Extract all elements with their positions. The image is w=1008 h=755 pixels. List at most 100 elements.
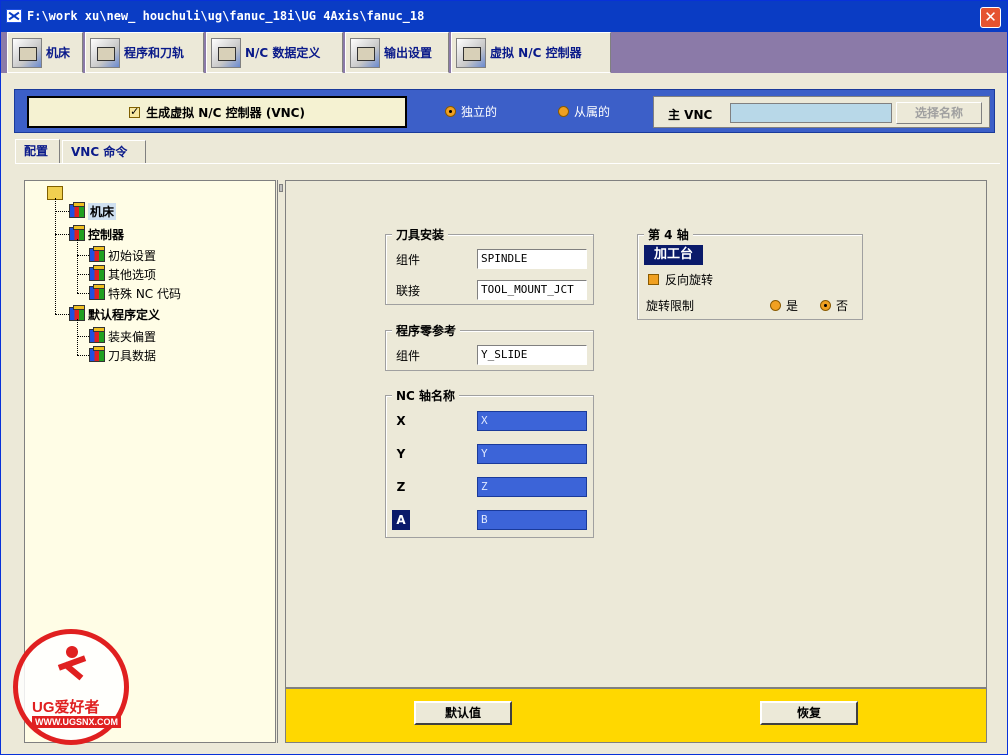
subordinate-option[interactable]: 从属的 <box>558 103 610 120</box>
tab-label: 机床 <box>46 46 71 60</box>
tree-line <box>77 255 89 256</box>
generate-vnc-label: 生成虚拟 N/C 控制器 (VNC) <box>146 105 305 120</box>
axis-z-label: Z <box>396 480 406 494</box>
codes-cube-icon <box>89 284 105 300</box>
tree-line <box>77 239 78 293</box>
tab-label: 虚拟 N/C 控制器 <box>490 46 582 60</box>
tree-line <box>55 211 69 212</box>
tab-label: N/C 数据定义 <box>245 46 321 60</box>
program-zero-component-input[interactable]: Y_SLIDE <box>477 345 587 365</box>
limit-yes-radio[interactable] <box>770 300 781 311</box>
nc-axis-title: NC 轴名称 <box>392 387 460 404</box>
tab-nc-data[interactable]: N/C 数据定义 <box>206 32 343 73</box>
program-zero-component-label: 组件 <box>396 349 421 363</box>
axis-y-input[interactable]: Y <box>477 444 587 464</box>
standalone-option[interactable]: 独立的 <box>445 103 497 120</box>
tree-item-initial-settings[interactable]: 初始设置 <box>89 246 156 264</box>
tree-line <box>55 314 69 315</box>
machine-icon <box>12 37 42 68</box>
tool-mount-title: 刀具安装 <box>392 226 449 243</box>
options-cube-icon <box>89 265 105 281</box>
nc-data-icon <box>211 37 241 68</box>
tree-item-label: 控制器 <box>88 227 125 242</box>
generate-vnc-toggle[interactable]: 生成虚拟 N/C 控制器 (VNC) <box>27 96 407 128</box>
tree-item-label: 默认程序定义 <box>88 307 161 322</box>
application-window: F:\work xu\new_ houchuli\ug\fanuc_18i\UG… <box>0 0 1008 755</box>
fixture-cube-icon <box>89 327 105 343</box>
tool-mount-group: 刀具安装 组件 SPINDLE 联接 TOOL_MOUNT_JCT <box>385 226 594 305</box>
limit-yes-option[interactable]: 是 <box>770 297 798 314</box>
splitter-grip[interactable] <box>279 184 283 192</box>
limit-no-radio[interactable] <box>820 300 831 311</box>
axis-y-label: Y <box>396 447 406 461</box>
subtab-divider <box>15 163 1000 164</box>
printer-icon <box>350 37 380 68</box>
axis-z-input[interactable]: Z <box>477 477 587 497</box>
limit-yes-label: 是 <box>786 299 799 313</box>
tree-item-label: 装夹偏置 <box>108 329 157 344</box>
subtab-vnc-commands[interactable]: VNC 命令 <box>62 140 146 164</box>
tree-item-label: 其他选项 <box>108 267 157 282</box>
tree-line <box>77 355 89 356</box>
tool-mount-junction-input[interactable]: TOOL_MOUNT_JCT <box>477 280 587 300</box>
restore-button[interactable]: 恢复 <box>760 701 858 725</box>
tree-line <box>77 336 89 337</box>
tree-line <box>77 293 89 294</box>
standalone-label: 独立的 <box>461 105 498 119</box>
tool-mount-component-label: 组件 <box>396 253 421 267</box>
axis-x-input[interactable]: X <box>477 411 587 431</box>
master-vnc-field[interactable] <box>730 103 892 123</box>
tool-cube-icon <box>89 346 105 362</box>
tree-item-default-program[interactable]: 默认程序定义 <box>69 305 160 323</box>
subordinate-label: 从属的 <box>574 105 611 119</box>
tree-line <box>77 274 89 275</box>
tree-item-tool-data[interactable]: 刀具数据 <box>89 346 156 364</box>
fourth-axis-type-label: 加工台 <box>644 245 704 265</box>
program-zero-group: 程序零参考 组件 Y_SLIDE <box>385 322 594 371</box>
default-button[interactable]: 默认值 <box>414 701 512 725</box>
settings-cube-icon <box>89 246 105 262</box>
tree-line <box>55 234 69 235</box>
reverse-rotation-label: 反向旋转 <box>665 273 714 287</box>
vnc-icon <box>456 37 486 68</box>
vnc-options-band: 生成虚拟 N/C 控制器 (VNC) 独立的 从属的 主 VNC 选择名称 <box>14 89 995 133</box>
fourth-axis-group: 第 4 轴 加工台 反向旋转 旋转限制 是 否 <box>637 226 863 320</box>
tree-item-other-options[interactable]: 其他选项 <box>89 265 156 283</box>
tree-item-special-nc-codes[interactable]: 特殊 NC 代码 <box>89 284 181 302</box>
subtab-config[interactable]: 配置 <box>15 139 60 164</box>
watermark-brand: UG爱好者 <box>32 699 100 716</box>
title-bar[interactable]: F:\work xu\new_ houchuli\ug\fanuc_18i\UG… <box>1 1 1007 32</box>
machine-cube-icon <box>69 202 85 218</box>
master-vnc-label: 主 VNC <box>668 108 713 122</box>
program-path-icon <box>90 37 120 68</box>
tool-mount-component-input[interactable]: SPINDLE <box>477 249 587 269</box>
ugsnx-watermark-logo: UG爱好者 WWW.UGSNX.COM <box>13 629 129 745</box>
close-button[interactable]: ✕ <box>980 7 1001 28</box>
program-zero-title: 程序零参考 <box>392 322 461 339</box>
tab-machine[interactable]: 机床 <box>7 32 83 73</box>
reverse-rotation-option[interactable]: 反向旋转 <box>648 271 713 288</box>
tree-item-machine[interactable]: 机床 <box>69 202 117 220</box>
limit-no-option[interactable]: 否 <box>820 297 848 314</box>
generate-vnc-checkbox[interactable] <box>129 105 141 118</box>
pane-splitter[interactable] <box>277 180 284 743</box>
tab-label: 程序和刀轨 <box>124 46 185 60</box>
standalone-radio[interactable] <box>445 106 456 117</box>
tab-output-settings[interactable]: 输出设置 <box>345 32 449 73</box>
axis-a-input[interactable]: B <box>477 510 587 530</box>
tree-item-fixture-offset[interactable]: 装夹偏置 <box>89 327 156 345</box>
subordinate-radio[interactable] <box>558 106 569 117</box>
tree-item-label: 初始设置 <box>108 248 157 263</box>
tree-root[interactable] <box>47 184 66 202</box>
reverse-rotation-checkbox[interactable] <box>648 274 659 285</box>
axis-x-label: X <box>396 414 406 428</box>
select-name-button[interactable]: 选择名称 <box>896 102 982 124</box>
tab-program-path[interactable]: 程序和刀轨 <box>85 32 204 73</box>
action-bar: 默认值 恢复 <box>285 688 987 743</box>
tree-line <box>55 198 56 314</box>
tab-vnc-controller[interactable]: 虚拟 N/C 控制器 <box>451 32 611 73</box>
app-icon <box>6 9 22 23</box>
master-vnc-group: 主 VNC 选择名称 <box>653 96 990 128</box>
rotation-limit-label: 旋转限制 <box>646 299 695 313</box>
fourth-axis-title: 第 4 轴 <box>644 226 693 243</box>
